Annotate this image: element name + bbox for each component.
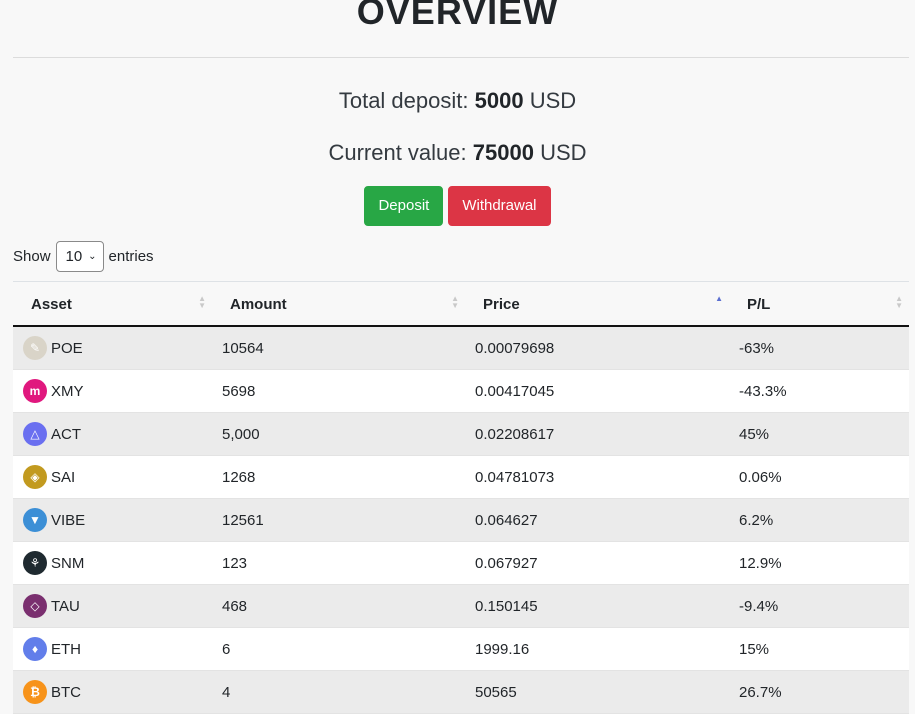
current-value: Current value: 75000 USD: [0, 140, 915, 166]
pl-cell: 26.7%: [729, 670, 909, 714]
pl-cell: 15%: [729, 627, 909, 671]
asset-cell: m XMY: [13, 369, 212, 413]
withdrawal-button[interactable]: Withdrawal: [448, 186, 551, 226]
action-buttons: Deposit Withdrawal: [0, 186, 915, 226]
amount-cell: 12561: [212, 498, 465, 542]
table-row: ◈ SAI 1268 0.04781073 0.06%: [13, 455, 909, 499]
asset-cell: ◇ TAU: [13, 584, 212, 628]
column-header-label: Price: [483, 296, 520, 313]
vibe-coin-icon: ▼: [23, 508, 47, 532]
table-row: ◇ TAU 468 0.150145 -9.4%: [13, 584, 909, 628]
amount-cell: 4: [212, 670, 465, 714]
eth-coin-icon: ♦: [23, 637, 47, 661]
current-value-unit: USD: [540, 140, 587, 165]
price-cell: 1999.16: [465, 627, 729, 671]
total-deposit-value: 5000: [474, 88, 524, 113]
sort-icon: ▲ ▼: [895, 294, 903, 310]
asset-symbol: SNM: [51, 554, 85, 572]
asset-symbol: BTC: [51, 683, 81, 701]
xmy-coin-icon: m: [23, 379, 47, 403]
column-header-pl[interactable]: P/L ▲ ▼: [729, 282, 909, 327]
pl-cell: -9.4%: [729, 584, 909, 628]
table-header-row: Asset ▲▼ Amount ▲▼ Price ▲▼ P/L ▲▼: [13, 282, 909, 327]
column-header-asset[interactable]: Asset ▲ ▼: [13, 282, 212, 327]
amount-cell: 1268: [212, 455, 465, 499]
asset-cell: ▼ VIBE: [13, 498, 212, 542]
price-cell: 0.00079698: [465, 326, 729, 370]
asset-cell: ₿ BTC: [13, 670, 212, 714]
price-cell: 0.067927: [465, 541, 729, 585]
amount-cell: 5,000: [212, 412, 465, 456]
pl-cell: 0.06%: [729, 455, 909, 499]
btc-coin-icon: ₿: [23, 680, 47, 704]
table-row: ✎ POE 10564 0.00079698 -63%: [13, 326, 909, 370]
pl-cell: 45%: [729, 412, 909, 456]
price-cell: 50565: [465, 670, 729, 714]
column-header-label: Asset: [31, 296, 72, 313]
total-deposit: Total deposit: 5000 USD: [0, 88, 915, 114]
sort-ascending-icon: ▲▼: [715, 294, 723, 303]
current-value-amount: 75000: [472, 140, 534, 165]
amount-cell: 10564: [212, 326, 465, 370]
asset-symbol: VIBE: [51, 511, 86, 529]
asset-cell: △ ACT: [13, 412, 212, 456]
amount-cell: 123: [212, 541, 465, 585]
asset-symbol: XMY: [51, 382, 84, 400]
poe-coin-icon: ✎: [23, 336, 47, 360]
price-cell: 0.150145: [465, 584, 729, 628]
pl-cell: 12.9%: [729, 541, 909, 585]
amount-cell: 5698: [212, 369, 465, 413]
pl-cell: -63%: [729, 326, 909, 370]
price-cell: 0.00417045: [465, 369, 729, 413]
entries-select[interactable]: 10 ⌄: [55, 241, 104, 272]
length-menu: Show 10 ⌄ entries: [13, 240, 154, 273]
length-menu-show-label: Show: [13, 248, 51, 265]
table-row: ▼ VIBE 12561 0.064627 6.2%: [13, 498, 909, 542]
table-row: ⚘ SNM 123 0.067927 12.9%: [13, 541, 909, 585]
total-deposit-label: Total deposit:: [338, 88, 469, 113]
tau-coin-icon: ◇: [23, 594, 47, 618]
assets-table: Asset ▲▼ Amount ▲▼ Price ▲▼ P/L ▲▼ ✎POE1…: [13, 282, 909, 714]
price-cell: 0.04781073: [465, 455, 729, 499]
chevron-down-icon: ⌄: [88, 251, 97, 262]
total-deposit-unit: USD: [529, 88, 577, 113]
amount-cell: 6: [212, 627, 465, 671]
price-cell: 0.02208617: [465, 412, 729, 456]
amount-cell: 468: [212, 584, 465, 628]
column-header-amount[interactable]: Amount ▲ ▼: [212, 282, 465, 327]
snm-coin-icon: ⚘: [23, 551, 47, 575]
deposit-button[interactable]: Deposit: [364, 186, 444, 226]
column-header-price[interactable]: Price ▲▼: [465, 282, 729, 327]
pl-cell: -43.3%: [729, 369, 909, 413]
table-row: m XMY 5698 0.00417045 -43.3%: [13, 369, 909, 413]
table-row: ♦ ETH 6 1999.16 15%: [13, 627, 909, 671]
pl-cell: 6.2%: [729, 498, 909, 542]
current-value-label: Current value:: [328, 140, 467, 165]
divider: [13, 57, 909, 58]
table-row: ₿ BTC 4 50565 26.7%: [13, 670, 909, 714]
asset-cell: ◈ SAI: [13, 455, 212, 499]
column-header-label: P/L: [747, 296, 771, 313]
asset-cell: ♦ ETH: [13, 627, 212, 671]
asset-symbol: POE: [51, 339, 83, 357]
asset-cell: ⚘ SNM: [13, 541, 212, 585]
sort-icon: ▲ ▼: [451, 294, 459, 310]
asset-symbol: SAI: [51, 468, 76, 486]
asset-symbol: ACT: [51, 425, 81, 443]
price-cell: 0.064627: [465, 498, 729, 542]
entries-select-value: 10: [65, 248, 83, 265]
length-menu-entries-label: entries: [108, 248, 154, 265]
asset-symbol: ETH: [51, 640, 81, 658]
page-title: OVERVIEW: [356, 0, 559, 32]
sort-icon: ▲ ▼: [198, 294, 206, 310]
asset-symbol: TAU: [51, 597, 80, 615]
asset-cell: ✎ POE: [13, 326, 212, 370]
column-header-label: Amount: [230, 296, 287, 313]
act-coin-icon: △: [23, 422, 47, 446]
sai-coin-icon: ◈: [23, 465, 47, 489]
table-row: △ ACT 5,000 0.02208617 45%: [13, 412, 909, 456]
